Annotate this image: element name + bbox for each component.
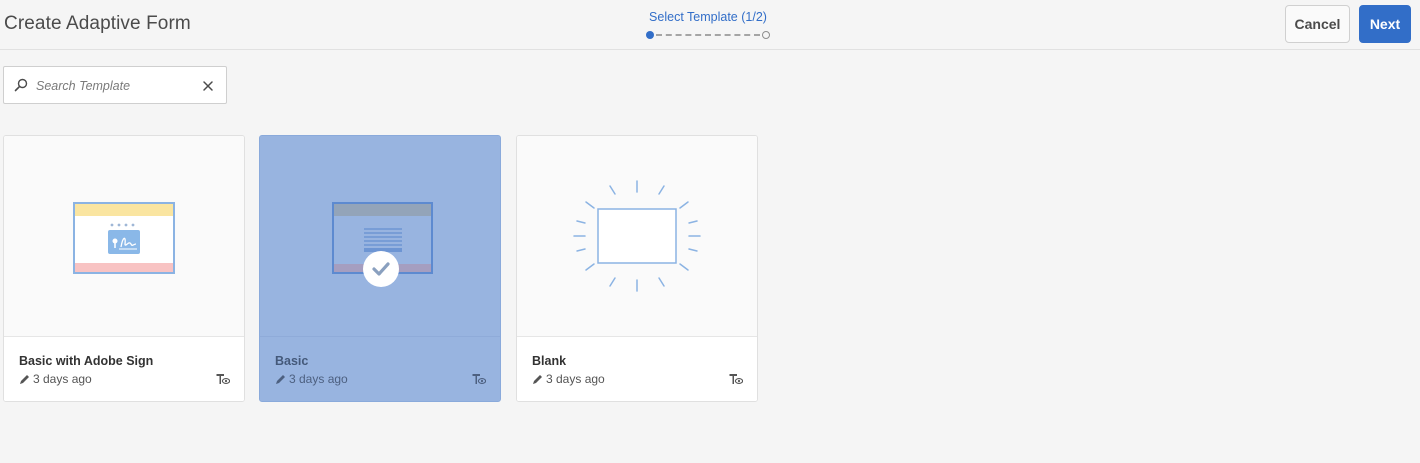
template-card-basic-with-adobe-sign[interactable]: Basic with Adobe Sign 3 days ago — [3, 135, 245, 402]
wizard-step-label: Select Template (1/2) — [649, 10, 767, 24]
page-title: Create Adaptive Form — [4, 13, 191, 34]
template-thumbnail — [260, 136, 500, 337]
wizard-step-track — [646, 30, 770, 40]
search-field — [3, 66, 227, 104]
template-name: Blank — [532, 354, 567, 368]
pencil-icon — [276, 374, 285, 384]
top-bar: Create Adaptive Form Select Template (1/… — [0, 0, 1420, 50]
search-input[interactable] — [34, 75, 194, 97]
template-card-footer: Basic 3 days ago — [260, 337, 500, 401]
basic-form-icon — [332, 202, 433, 274]
cancel-button[interactable]: Cancel — [1285, 5, 1350, 43]
template-thumbnail — [517, 136, 757, 337]
pencil-icon — [20, 374, 29, 384]
wizard-step-current-dot — [646, 31, 654, 39]
template-card-blank[interactable]: Blank 3 days ago — [516, 135, 758, 402]
wizard-progress: Select Template (1/2) — [640, 8, 776, 42]
template-name: Basic with Adobe Sign — [19, 354, 154, 368]
preview-theme-icon[interactable] — [729, 373, 743, 385]
clear-search-icon[interactable] — [201, 79, 215, 93]
wizard-step-next-dot — [762, 31, 770, 39]
template-modified: 3 days ago — [275, 372, 348, 386]
form-with-signature-icon — [73, 202, 175, 274]
blank-form-icon — [573, 180, 701, 292]
wizard-step-connector — [656, 34, 760, 36]
preview-theme-icon[interactable] — [472, 373, 486, 385]
template-modified-text: 3 days ago — [33, 372, 92, 386]
template-thumbnail — [4, 136, 244, 337]
template-modified-text: 3 days ago — [546, 372, 605, 386]
selected-checkmark-icon — [363, 251, 399, 287]
template-card-footer: Blank 3 days ago — [517, 337, 757, 401]
search-icon — [14, 78, 28, 92]
template-card-basic[interactable]: Basic 3 days ago — [259, 135, 501, 402]
pencil-icon — [533, 374, 542, 384]
template-card-footer: Basic with Adobe Sign 3 days ago — [4, 337, 244, 401]
preview-theme-icon[interactable] — [216, 373, 230, 385]
template-modified: 3 days ago — [19, 372, 92, 386]
next-button[interactable]: Next — [1359, 5, 1411, 43]
template-name: Basic — [275, 354, 309, 368]
template-modified-text: 3 days ago — [289, 372, 348, 386]
template-modified: 3 days ago — [532, 372, 605, 386]
